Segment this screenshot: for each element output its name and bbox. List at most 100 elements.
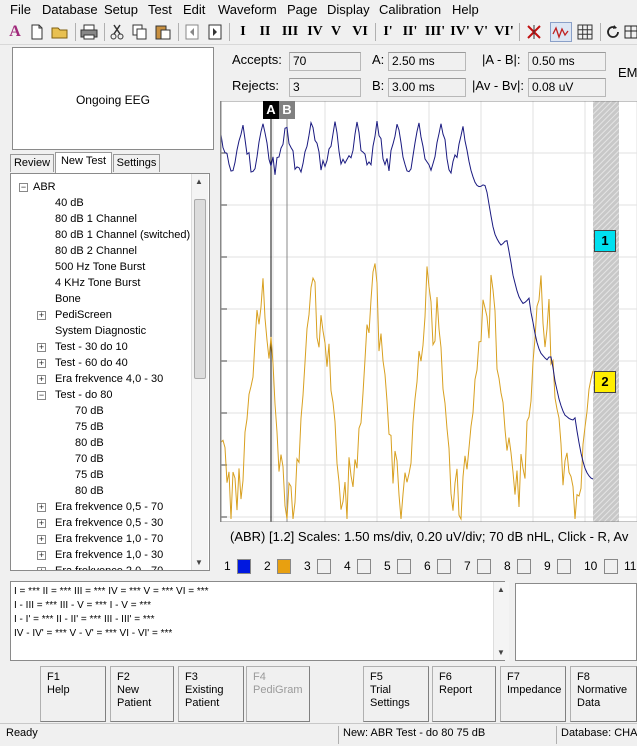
channel-color-swatch[interactable] [357, 559, 371, 574]
tree-scrollbar[interactable]: ▲ ▼ [191, 174, 208, 570]
menu-display[interactable]: Display [327, 2, 370, 17]
peak-button-iii[interactable]: III [279, 22, 301, 42]
function-key-f7[interactable]: F7 Impedance [500, 666, 566, 722]
tree-item[interactable]: 500 Hz Tone Burst [55, 260, 145, 275]
copy-icon[interactable] [131, 22, 149, 42]
peak-button-iv-prime[interactable]: IV' [448, 22, 472, 42]
menu-calibration[interactable]: Calibration [379, 2, 441, 17]
peak-button-ii-prime[interactable]: II' [400, 22, 420, 42]
tab-settings[interactable]: Settings [113, 154, 160, 172]
peak-button-i-prime[interactable]: I' [380, 22, 396, 42]
tree-item[interactable]: 80 dB 1 Channel (switched) [55, 228, 190, 243]
previous-page-icon[interactable] [183, 22, 201, 42]
tree-expand-icon[interactable]: + [37, 375, 46, 384]
peak-button-vi[interactable]: VI [349, 22, 371, 42]
tree-item[interactable]: 4 KHz Tone Burst [55, 276, 140, 291]
tree-item[interactable]: Era frekvence 1,0 - 30 [55, 548, 163, 563]
channel-color-swatch[interactable] [277, 559, 291, 574]
tree-item[interactable]: 75 dB [75, 468, 104, 483]
peak-panel-scrollbar[interactable]: ▲ ▼ [493, 582, 509, 660]
tree-expand-icon[interactable]: + [37, 343, 46, 352]
peak-button-ii[interactable]: II [255, 22, 275, 42]
scroll-down-arrow-icon[interactable]: ▼ [195, 558, 203, 567]
tree-scroll-thumb[interactable] [194, 199, 206, 379]
tree-expand-icon[interactable]: + [37, 503, 46, 512]
next-page-icon[interactable] [206, 22, 224, 42]
channel-color-swatch[interactable] [397, 559, 411, 574]
tree-item[interactable]: System Diagnostic [55, 324, 146, 339]
tab-new-test[interactable]: New Test [55, 152, 112, 173]
open-folder-icon[interactable] [50, 22, 70, 42]
channel-color-swatch[interactable] [317, 559, 331, 574]
scroll-up-arrow-icon[interactable]: ▲ [497, 585, 505, 594]
tree-item[interactable]: 70 dB [75, 404, 104, 419]
layout-icon[interactable] [624, 22, 637, 42]
peak-button-iii-prime[interactable]: III' [423, 22, 447, 42]
tree-item[interactable]: Bone [55, 292, 81, 307]
channel-color-swatch[interactable] [557, 559, 571, 574]
tree-item[interactable]: Test - 30 do 10 [55, 340, 128, 355]
tree-collapse-icon[interactable]: − [37, 391, 46, 400]
tree-item[interactable]: Test - do 80 [55, 388, 112, 403]
font-icon[interactable]: A [6, 22, 24, 42]
tree-item[interactable]: Era frekvence 1,0 - 70 [55, 532, 163, 547]
paste-icon[interactable] [154, 22, 172, 42]
tree-item[interactable]: Era frekvence 0,5 - 70 [55, 500, 163, 515]
tree-expand-icon[interactable]: + [37, 551, 46, 560]
menu-page[interactable]: Page [287, 2, 317, 17]
tree-item[interactable]: 80 dB [75, 436, 104, 451]
tree-item[interactable]: Era frekvence 2,0 - 70 [55, 564, 163, 570]
waveform-view-icon[interactable] [550, 22, 572, 42]
menu-help[interactable]: Help [452, 2, 479, 17]
channel-color-swatch[interactable] [437, 559, 451, 574]
menu-file[interactable]: File [10, 2, 31, 17]
waveform-plot[interactable]: A B 1 2 [220, 101, 637, 522]
print-icon[interactable] [79, 22, 99, 42]
tree-item[interactable]: PediScreen [55, 308, 112, 323]
menu-setup[interactable]: Setup [104, 2, 138, 17]
tree-item[interactable]: Test - 60 do 40 [55, 356, 128, 371]
menu-edit[interactable]: Edit [183, 2, 205, 17]
waveform-marker-2[interactable]: 2 [594, 371, 616, 393]
test-tree[interactable]: − ABR 40 dB 80 dB 1 Channel 80 dB 1 Channel … [10, 173, 210, 571]
tree-item[interactable]: Era frekvence 4,0 - 30 [55, 372, 163, 387]
function-key-f6[interactable]: F6 Report [432, 666, 496, 722]
function-key-f5[interactable]: F5 Trial Settings [363, 666, 429, 722]
tree-item[interactable]: 70 dB [75, 452, 104, 467]
menu-waveform[interactable]: Waveform [218, 2, 277, 17]
peak-button-v[interactable]: V [328, 22, 344, 42]
channel-color-swatch[interactable] [477, 559, 491, 574]
tree-item[interactable]: 80 dB 1 Channel [55, 212, 137, 227]
function-key-f1[interactable]: F1 Help [40, 666, 106, 722]
tree-collapse-icon[interactable]: − [19, 183, 28, 192]
tree-item[interactable]: Era frekvence 0,5 - 30 [55, 516, 163, 531]
channel-color-swatch[interactable] [517, 559, 531, 574]
waveform-canvas[interactable] [221, 101, 637, 522]
channel-color-swatch[interactable] [237, 559, 251, 574]
tree-expand-icon[interactable]: + [37, 567, 46, 570]
tab-review[interactable]: Review [10, 154, 54, 172]
tree-expand-icon[interactable]: + [37, 359, 46, 368]
scroll-down-arrow-icon[interactable]: ▼ [497, 648, 505, 657]
grid-icon[interactable] [575, 22, 595, 42]
peak-button-iv[interactable]: IV [304, 22, 326, 42]
peak-button-v-prime[interactable]: V' [472, 22, 490, 42]
tree-expand-icon[interactable]: + [37, 519, 46, 528]
function-key-f3[interactable]: F3 Existing Patient [178, 666, 244, 722]
tree-item[interactable]: 80 dB [75, 484, 104, 499]
cursor-a-marker[interactable]: A [263, 101, 279, 119]
peak-button-vi-prime[interactable]: VI' [492, 22, 516, 42]
scroll-up-arrow-icon[interactable]: ▲ [195, 177, 203, 186]
menu-database[interactable]: Database [42, 2, 98, 17]
tree-root-abr[interactable]: ABR [33, 180, 56, 195]
notes-panel[interactable] [515, 583, 637, 661]
tree-item[interactable]: 40 dB [55, 196, 84, 211]
tree-item[interactable]: 80 dB 2 Channel [55, 244, 137, 259]
cut-icon[interactable] [108, 22, 126, 42]
new-file-icon[interactable] [28, 22, 46, 42]
tree-item[interactable]: 75 dB [75, 420, 104, 435]
function-key-f8[interactable]: F8 Normative Data [570, 666, 637, 722]
channel-color-swatch[interactable] [604, 559, 618, 574]
cursor-b-marker[interactable]: B [279, 101, 295, 119]
delete-marker-icon[interactable] [524, 22, 544, 42]
